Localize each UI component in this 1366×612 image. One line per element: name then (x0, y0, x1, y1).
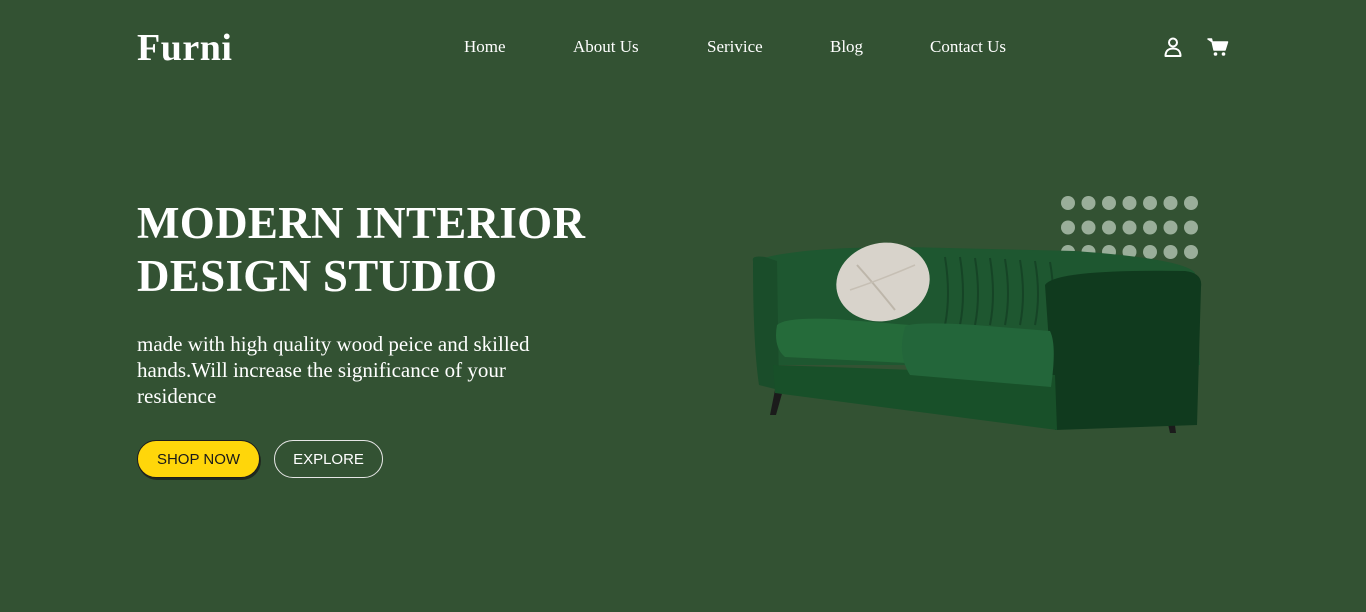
user-icon[interactable] (1162, 36, 1184, 58)
shop-now-button[interactable]: SHOP NOW (137, 440, 260, 478)
nav-contact-us[interactable]: Contact Us (930, 36, 1006, 58)
hero-description: made with high quality wood peice and sk… (137, 332, 530, 408)
decorative-dot (1081, 196, 1096, 210)
logo[interactable]: Furni (137, 26, 232, 70)
sofa-image (752, 242, 1202, 433)
decorative-dot (1143, 196, 1157, 210)
explore-button[interactable]: EXPLORE (274, 440, 383, 478)
site-header: Furni Home About Us Serivice Blog Contac… (0, 0, 1366, 95)
nav-blog[interactable]: Blog (830, 36, 863, 58)
hero-title-line-1: MODERN INTERIOR (137, 198, 586, 248)
decorative-dot (1122, 196, 1137, 210)
nav-about-us[interactable]: About Us (573, 36, 639, 58)
hero-title: MODERN INTERIOR DESIGN STUDIO (137, 197, 585, 303)
cart-icon[interactable] (1207, 36, 1229, 58)
nav-service[interactable]: Serivice (707, 36, 763, 58)
nav-home[interactable]: Home (464, 36, 506, 58)
decorative-dot (1061, 196, 1075, 210)
decorative-dot (1184, 196, 1198, 210)
decorative-dot (1102, 196, 1116, 210)
hero-title-line-2: DESIGN STUDIO (137, 251, 498, 301)
decorative-dot (1163, 196, 1178, 210)
